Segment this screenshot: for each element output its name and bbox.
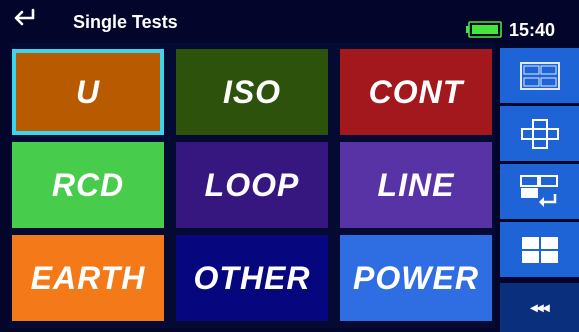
page-title: Single Tests <box>73 12 178 32</box>
tile-other[interactable]: OTHER <box>176 235 328 321</box>
tile-line[interactable]: LINE <box>340 142 492 228</box>
grid-view-icon <box>519 61 560 90</box>
tile-loop[interactable]: LOOP <box>176 142 328 228</box>
tile-label: OTHER <box>193 259 311 296</box>
four-tile-view-icon <box>521 236 558 263</box>
more-button[interactable]: ◂◂◂ <box>500 283 579 332</box>
tile-label: LOOP <box>204 166 300 203</box>
cross-view-icon <box>520 118 559 149</box>
four-tile-view-button[interactable] <box>500 222 579 277</box>
grid-view-button[interactable] <box>500 48 579 103</box>
clock: 15:40 <box>509 20 556 40</box>
grid-swap-icon <box>519 174 558 207</box>
cross-view-button[interactable] <box>500 106 579 161</box>
grid-swap-button[interactable] <box>500 164 579 219</box>
tile-label: EARTH <box>30 259 146 296</box>
tile-earth[interactable]: EARTH <box>12 235 164 321</box>
tile-rcd[interactable]: RCD <box>12 142 164 228</box>
test-grid: U ISO CONT RCD LOOP LINE EARTH OTHER POW… <box>10 43 495 328</box>
tile-power[interactable]: POWER <box>340 235 492 321</box>
tile-label: POWER <box>353 259 479 296</box>
tile-label: CONT <box>368 73 464 110</box>
tile-cont[interactable]: CONT <box>340 49 492 135</box>
battery-icon <box>466 21 502 38</box>
top-bar: Single Tests 15:40 <box>0 0 579 42</box>
tile-iso[interactable]: ISO <box>176 49 328 135</box>
tile-label: LINE <box>377 166 455 203</box>
tile-u[interactable]: U <box>12 49 164 135</box>
tile-label: ISO <box>222 73 282 110</box>
more-icon: ◂◂◂ <box>530 299 549 315</box>
back-arrow-icon[interactable] <box>12 6 40 30</box>
tile-label: RCD <box>51 166 125 203</box>
tile-label: U <box>75 73 101 110</box>
sidebar: ◂◂◂ <box>500 43 579 332</box>
